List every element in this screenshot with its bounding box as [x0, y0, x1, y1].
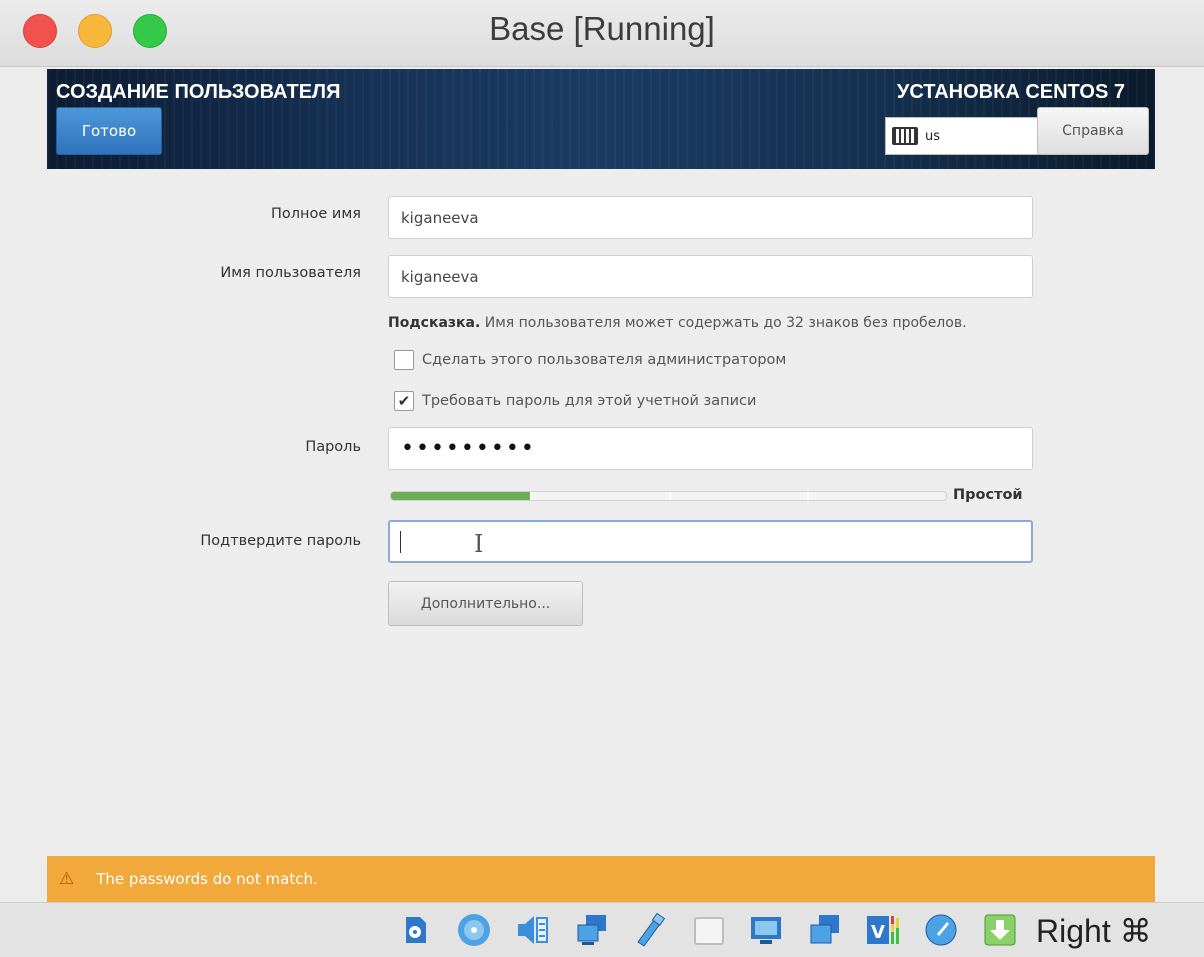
password-strength-label: Простой — [953, 487, 1023, 503]
fullname-value: kiganeeva — [401, 208, 479, 227]
download-icon[interactable] — [981, 911, 1019, 949]
window-title: Base [Running] — [489, 10, 715, 47]
host-key-label: Right ⌘ — [1036, 913, 1152, 949]
strength-segment-divider — [529, 492, 532, 500]
display-icon[interactable] — [747, 911, 785, 949]
admin-checkbox-label: Сделать этого пользователя администратор… — [422, 352, 787, 368]
audio-icon[interactable] — [513, 911, 551, 949]
page-title: СОЗДАНИЕ ПОЛЬЗОВАТЕЛЯ — [56, 81, 341, 103]
fullname-field[interactable]: kiganeeva — [388, 196, 1033, 239]
hint-text: Имя пользователя может содержать до 32 з… — [480, 315, 967, 331]
password-strength-fill — [391, 492, 530, 500]
warning-text: The passwords do not match. — [96, 870, 318, 888]
keyboard-icon — [892, 127, 918, 145]
username-label: Имя пользователя — [220, 265, 361, 281]
optical-disk-icon[interactable] — [455, 911, 493, 949]
keyboard-layout-indicator[interactable]: us — [885, 117, 1039, 155]
hard-disk-icon[interactable] — [396, 911, 434, 949]
mouse-integration-icon[interactable] — [922, 911, 960, 949]
vm-statusbar: V Right ⌘ — [0, 902, 1204, 957]
password-strength-bar — [390, 491, 947, 501]
svg-text:V: V — [871, 922, 885, 943]
hint-title: Подсказка. — [388, 315, 481, 331]
installer-header: СОЗДАНИЕ ПОЛЬЗОВАТЕЛЯ УСТАНОВКА CENTOS 7… — [47, 69, 1155, 169]
cpu-usage-icon[interactable]: V — [864, 911, 902, 949]
user-form: Полное имя kiganeeva Имя пользователя ki… — [47, 169, 1155, 856]
usb-icon[interactable] — [631, 911, 669, 949]
product-title: УСТАНОВКА CENTOS 7 — [896, 81, 1125, 103]
username-value: kiganeeva — [401, 267, 479, 286]
warning-icon: ⚠ — [59, 869, 75, 889]
password-value: ••••••••• — [401, 436, 536, 461]
help-button[interactable]: Справка — [1037, 107, 1149, 155]
text-caret — [400, 530, 401, 553]
username-hint: Подсказка. Имя пользователя может содерж… — [388, 315, 967, 331]
admin-checkbox-row[interactable]: Сделать этого пользователя администратор… — [394, 350, 786, 370]
require-password-checkbox[interactable]: ✔ — [394, 391, 414, 411]
password-field[interactable]: ••••••••• — [388, 427, 1033, 470]
require-password-label: Требовать пароль для этой учетной записи — [422, 393, 757, 409]
admin-checkbox[interactable] — [394, 350, 414, 370]
shared-folders-icon[interactable] — [690, 911, 728, 949]
window-titlebar: Base [Running] — [0, 0, 1204, 67]
strength-segment-divider — [807, 492, 810, 500]
password-label: Пароль — [305, 439, 361, 455]
network-icon[interactable] — [573, 911, 611, 949]
username-field[interactable]: kiganeeva — [388, 255, 1033, 298]
vm-screen[interactable]: СОЗДАНИЕ ПОЛЬЗОВАТЕЛЯ УСТАНОВКА CENTOS 7… — [47, 69, 1155, 902]
fullname-label: Полное имя — [270, 206, 361, 222]
advanced-button[interactable]: Дополнительно... — [388, 581, 583, 626]
warning-bar[interactable]: ⚠ The passwords do not match. — [47, 856, 1155, 902]
confirm-password-label: Подтвердите пароль — [200, 533, 361, 549]
video-capture-icon[interactable] — [806, 911, 844, 949]
done-button[interactable]: Готово — [56, 107, 162, 155]
ibeam-cursor-icon: I — [474, 530, 484, 558]
keyboard-layout-label: us — [925, 128, 941, 144]
strength-segment-divider — [668, 492, 671, 500]
require-password-checkbox-row[interactable]: ✔ Требовать пароль для этой учетной запи… — [394, 391, 756, 411]
confirm-password-field[interactable]: I — [388, 520, 1033, 563]
